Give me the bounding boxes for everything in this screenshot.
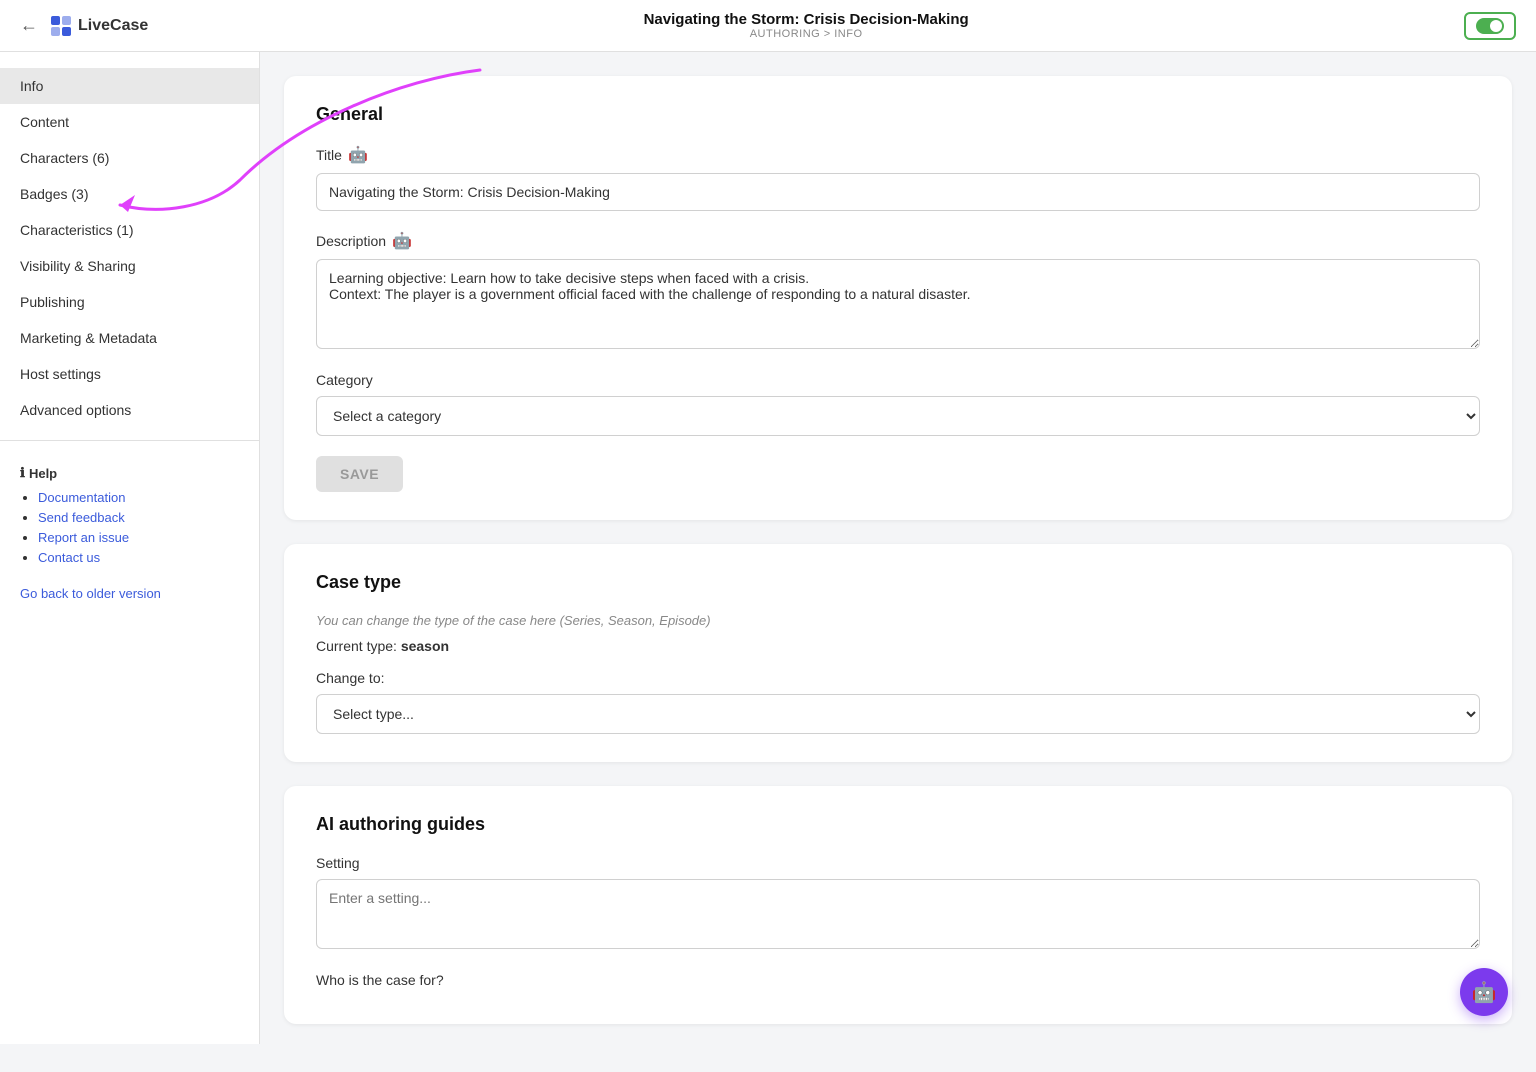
main-content: General Title 🤖 Description 🤖 Learning o…	[260, 52, 1536, 1072]
list-item: Contact us	[38, 549, 239, 565]
older-version-link[interactable]: Go back to older version	[20, 586, 161, 601]
contact-us-link[interactable]: Contact us	[38, 550, 100, 565]
logo-text: LiveCase	[78, 17, 148, 35]
sidebar-item-characters[interactable]: Characters (6)	[0, 140, 259, 176]
toggle-dot	[1476, 18, 1504, 34]
sidebar-divider	[0, 440, 259, 441]
save-button[interactable]: SAVE	[316, 456, 403, 492]
change-to-label: Change to:	[316, 670, 1480, 686]
title-label: Title 🤖	[316, 145, 1480, 165]
sidebar-help-list: Documentation Send feedback Report an is…	[20, 489, 239, 565]
help-icon: ℹ	[20, 465, 25, 481]
logo-icon	[50, 15, 72, 37]
sidebar: Info Content Characters (6) Badges (3) C…	[0, 52, 260, 1044]
sidebar-item-publishing[interactable]: Publishing	[0, 284, 259, 320]
ai-authoring-title: AI authoring guides	[316, 814, 1480, 835]
fab-icon: 🤖	[1472, 980, 1497, 1005]
description-input[interactable]: Learning objective: Learn how to take de…	[316, 259, 1480, 349]
sidebar-help-title: ℹ Help	[20, 465, 239, 481]
logo: LiveCase	[50, 15, 148, 37]
send-feedback-link[interactable]: Send feedback	[38, 510, 125, 525]
general-card: General Title 🤖 Description 🤖 Learning o…	[284, 76, 1512, 520]
case-type-subtitle: You can change the type of the case here…	[316, 613, 1480, 628]
description-group: Description 🤖 Learning objective: Learn …	[316, 231, 1480, 352]
change-type-select[interactable]: Select type... Series Season Episode	[316, 694, 1480, 734]
case-type-title: Case type	[316, 572, 1480, 593]
setting-input[interactable]	[316, 879, 1480, 949]
current-type: Current type: season	[316, 638, 1480, 654]
fab-button[interactable]: 🤖	[1460, 968, 1508, 1016]
header-left: ← LiveCase	[20, 15, 148, 37]
current-type-value: season	[401, 638, 449, 654]
back-button[interactable]: ←	[20, 15, 38, 36]
robot-icon-title: 🤖	[348, 145, 368, 165]
list-item: Send feedback	[38, 509, 239, 525]
header-title: Navigating the Storm: Crisis Decision-Ma…	[644, 11, 969, 28]
header-breadcrumb: AUTHORING > INFO	[644, 28, 969, 40]
setting-label: Setting	[316, 855, 1480, 871]
description-label: Description 🤖	[316, 231, 1480, 251]
header: ← LiveCase Navigating the Storm: Crisis …	[0, 0, 1536, 52]
sidebar-item-badges[interactable]: Badges (3)	[0, 176, 259, 212]
sidebar-item-content[interactable]: Content	[0, 104, 259, 140]
general-title: General	[316, 104, 1480, 125]
layout: Info Content Characters (6) Badges (3) C…	[0, 52, 1536, 1072]
toggle-button[interactable]	[1464, 12, 1516, 40]
sidebar-item-info[interactable]: Info	[0, 68, 259, 104]
sidebar-older-version: Go back to older version	[0, 581, 259, 613]
sidebar-help: ℹ Help Documentation Send feedback Repor…	[0, 453, 259, 581]
case-type-card: Case type You can change the type of the…	[284, 544, 1512, 762]
report-issue-link[interactable]: Report an issue	[38, 530, 129, 545]
category-select[interactable]: Select a category Business Leadership Cr…	[316, 396, 1480, 436]
sidebar-item-host[interactable]: Host settings	[0, 356, 259, 392]
title-group: Title 🤖	[316, 145, 1480, 211]
setting-group: Setting	[316, 855, 1480, 952]
category-group: Category Select a category Business Lead…	[316, 372, 1480, 436]
sidebar-item-visibility[interactable]: Visibility & Sharing	[0, 248, 259, 284]
sidebar-item-advanced[interactable]: Advanced options	[0, 392, 259, 428]
list-item: Documentation	[38, 489, 239, 505]
sidebar-item-characteristics[interactable]: Characteristics (1)	[0, 212, 259, 248]
list-item: Report an issue	[38, 529, 239, 545]
robot-icon-description: 🤖	[392, 231, 412, 251]
header-center: Navigating the Storm: Crisis Decision-Ma…	[644, 11, 969, 40]
documentation-link[interactable]: Documentation	[38, 490, 125, 505]
who-label: Who is the case for?	[316, 972, 1480, 988]
title-input[interactable]	[316, 173, 1480, 211]
header-right	[1464, 12, 1516, 40]
ai-authoring-card: AI authoring guides Setting Who is the c…	[284, 786, 1512, 1024]
sidebar-item-marketing[interactable]: Marketing & Metadata	[0, 320, 259, 356]
category-label: Category	[316, 372, 1480, 388]
